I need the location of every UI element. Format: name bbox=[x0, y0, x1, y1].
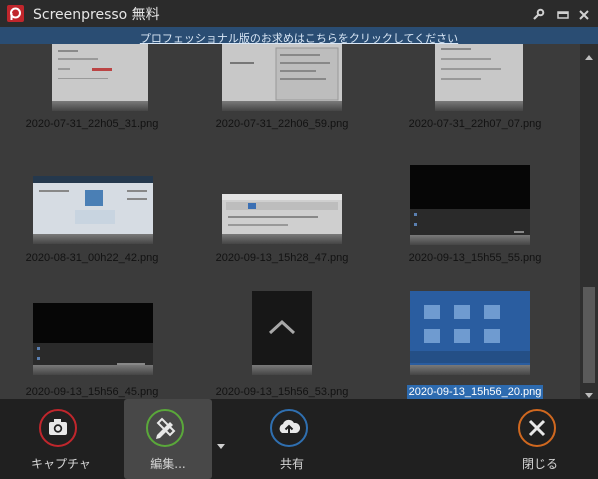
image-gallery: 2020-07-31_22h05_31.png 2020-07-31_22h06… bbox=[0, 44, 580, 399]
thumbnail[interactable] bbox=[33, 176, 153, 244]
file-name: 2020-09-13_15h56_45.png bbox=[25, 386, 159, 398]
file-name: 2020-09-13_15h56_53.png bbox=[215, 386, 349, 398]
gallery-item[interactable]: 2020-07-31_22h05_31.png bbox=[0, 44, 184, 130]
close-label: 閉じる bbox=[521, 457, 558, 471]
gallery-scrollbar[interactable] bbox=[580, 44, 598, 399]
file-name: 2020-07-31_22h06_59.png bbox=[215, 118, 349, 130]
thumbnail[interactable] bbox=[52, 44, 148, 111]
edit-label: 編集... bbox=[150, 457, 186, 471]
gallery-item[interactable]: 2020-09-13_15h56_53.png bbox=[190, 266, 374, 398]
file-name: 2020-07-31_22h07_07.png bbox=[408, 118, 542, 130]
close-x-icon bbox=[518, 409, 556, 447]
share-button[interactable]: 共有 bbox=[248, 399, 336, 479]
window-title: Screenpresso 無料 bbox=[33, 7, 160, 23]
share-label: 共有 bbox=[279, 457, 304, 471]
thumbnail[interactable] bbox=[222, 44, 342, 111]
camera-icon bbox=[39, 409, 77, 447]
gallery-item[interactable]: 2020-08-31_00h22_42.png bbox=[0, 132, 184, 264]
scroll-down-arrow-icon[interactable] bbox=[584, 385, 594, 398]
gallery-item[interactable]: 2020-09-13_15h28_47.png bbox=[190, 132, 374, 264]
file-name: 2020-08-31_00h22_42.png bbox=[25, 252, 159, 264]
minimize-icon[interactable] bbox=[556, 7, 570, 21]
title-bar: Screenpresso 無料 bbox=[0, 0, 598, 27]
edit-dropdown-arrow-icon[interactable] bbox=[216, 436, 226, 449]
edit-button[interactable]: 編集... bbox=[124, 399, 212, 479]
gallery-item-selected[interactable]: 2020-09-13_15h56_20.png bbox=[383, 266, 567, 399]
thumbnail[interactable] bbox=[410, 165, 530, 245]
thumbnail[interactable] bbox=[222, 194, 342, 244]
settings-wrench-icon[interactable] bbox=[531, 7, 545, 21]
promo-banner: プロフェッショナル版のお求めはこちらをクリックしてください bbox=[0, 27, 598, 45]
cloud-upload-icon bbox=[270, 409, 308, 447]
file-name: 2020-09-13_15h55_55.png bbox=[408, 252, 542, 264]
file-name: 2020-07-31_22h05_31.png bbox=[25, 118, 159, 130]
close-button[interactable]: 閉じる bbox=[496, 399, 584, 479]
bottom-toolbar: キャプチャ 編集... 共有 閉じる bbox=[0, 399, 598, 479]
capture-button[interactable]: キャプチャ bbox=[17, 399, 105, 479]
scrollbar-thumb[interactable] bbox=[583, 287, 595, 383]
screenpresso-logo-icon bbox=[7, 5, 24, 22]
capture-label: キャプチャ bbox=[31, 457, 91, 471]
thumbnail[interactable] bbox=[435, 44, 523, 111]
gallery-item[interactable]: 2020-07-31_22h07_07.png bbox=[383, 44, 567, 130]
screenpresso-window: Screenpresso 無料 プロフェッショナル版のお求めはこちらをクリックし… bbox=[0, 0, 598, 479]
thumbnail[interactable] bbox=[410, 291, 530, 375]
file-name: 2020-09-13_15h28_47.png bbox=[215, 252, 349, 264]
gallery-item[interactable]: 2020-09-13_15h56_45.png bbox=[0, 266, 184, 398]
thumbnail[interactable] bbox=[33, 303, 153, 375]
gallery-item[interactable]: 2020-09-13_15h55_55.png bbox=[383, 132, 567, 264]
thumbnail[interactable] bbox=[252, 291, 312, 375]
pencil-ruler-icon bbox=[146, 409, 184, 447]
gallery-item[interactable]: 2020-07-31_22h06_59.png bbox=[190, 44, 374, 130]
file-name: 2020-09-13_15h56_20.png bbox=[406, 385, 544, 399]
close-window-icon[interactable] bbox=[577, 7, 591, 21]
scroll-up-arrow-icon[interactable] bbox=[584, 48, 594, 60]
